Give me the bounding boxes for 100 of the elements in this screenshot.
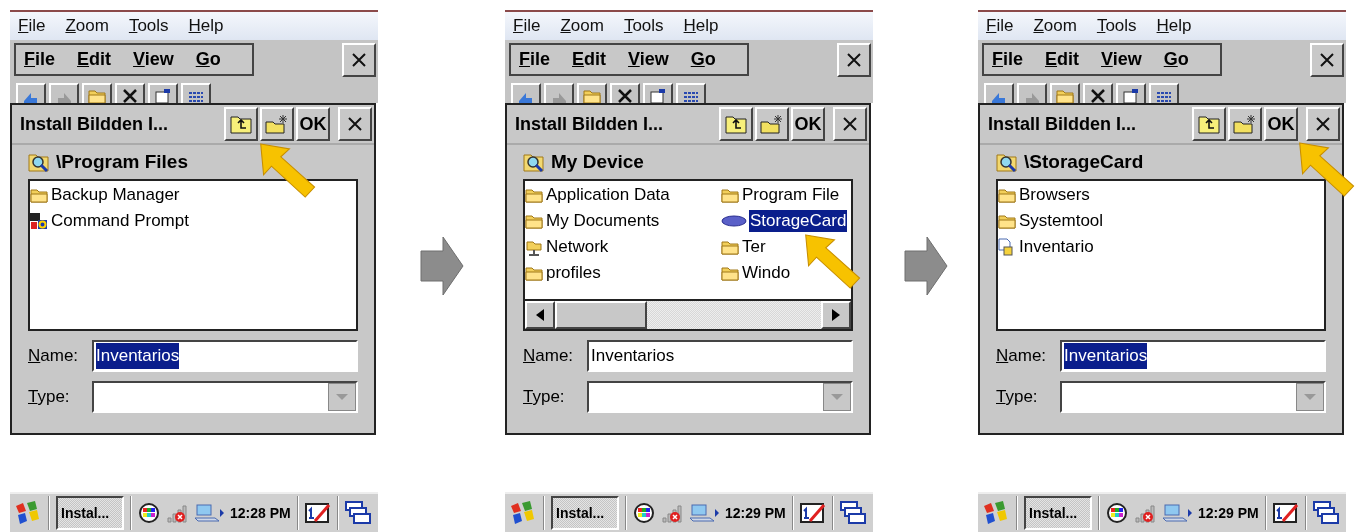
list-entry[interactable]: StorageCard: [749, 210, 848, 232]
windows-icon[interactable]: [344, 501, 371, 525]
up-folder-button[interactable]: [224, 107, 258, 141]
properties-icon[interactable]: [154, 87, 172, 103]
horizontal-scrollbar[interactable]: [525, 299, 851, 329]
new-folder-button[interactable]: [1228, 107, 1262, 141]
folder-icon[interactable]: [583, 87, 601, 103]
color-wheel-icon[interactable]: [633, 502, 655, 524]
ok-button[interactable]: OK: [296, 107, 330, 141]
windows-icon[interactable]: [839, 501, 866, 525]
menu-item[interactable]: Edit: [572, 46, 607, 73]
list-entry[interactable]: Systemtool: [1018, 210, 1105, 232]
close-icon: [842, 116, 858, 132]
close-button[interactable]: [342, 42, 376, 77]
signal-off-icon[interactable]: [166, 502, 188, 524]
start-icon[interactable]: [14, 500, 42, 526]
folder-icon: [998, 212, 1016, 230]
menu-item[interactable]: View: [1101, 46, 1142, 73]
list-entry[interactable]: Windo: [741, 262, 792, 284]
ok-button[interactable]: OK: [1264, 107, 1298, 141]
up-folder-button[interactable]: [719, 107, 753, 141]
type-dropdown[interactable]: [1060, 381, 1326, 413]
close-button[interactable]: [1310, 42, 1344, 77]
name-field[interactable]: Inventarios: [587, 340, 853, 372]
menu-item[interactable]: File: [513, 13, 541, 39]
close-button[interactable]: [1306, 107, 1340, 141]
ok-button[interactable]: OK: [791, 107, 825, 141]
start-icon[interactable]: [982, 500, 1010, 526]
close-icon: [347, 116, 363, 132]
menu-item[interactable]: View: [133, 46, 174, 73]
scroll-left-icon[interactable]: [535, 308, 545, 322]
menu-item[interactable]: Tools: [623, 13, 664, 39]
network-icon[interactable]: [194, 502, 224, 524]
list-entry[interactable]: Ter: [741, 236, 767, 258]
list-entry[interactable]: Command Prompt: [50, 210, 190, 232]
new-folder-button[interactable]: [260, 107, 294, 141]
menu-item[interactable]: Go: [690, 46, 716, 73]
list-entry[interactable]: Backup Manager: [50, 184, 181, 206]
menu-item[interactable]: Zoom: [65, 13, 109, 39]
menu-item[interactable]: Zoom: [560, 13, 604, 39]
menu-item[interactable]: Zoom: [1033, 13, 1077, 39]
menu-item[interactable]: Edit: [77, 46, 112, 73]
close-button[interactable]: [338, 107, 372, 141]
folder-icon[interactable]: [1056, 87, 1074, 103]
new-folder-button[interactable]: [755, 107, 789, 141]
menu-item[interactable]: File: [18, 13, 46, 39]
list-entry[interactable]: Program File: [741, 184, 841, 206]
taskbar-button[interactable]: Instal...: [1024, 496, 1092, 530]
menu-item[interactable]: Tools: [128, 13, 169, 39]
folder-icon[interactable]: [88, 87, 106, 103]
folder-icon: [525, 212, 543, 230]
signal-off-icon[interactable]: [661, 502, 683, 524]
scroll-right-icon[interactable]: [831, 308, 841, 322]
close-icon: [351, 51, 367, 68]
close-button[interactable]: [833, 107, 867, 141]
menu-item[interactable]: Help: [188, 13, 224, 39]
list-entry[interactable]: Network: [545, 236, 610, 258]
network-icon[interactable]: [689, 502, 719, 524]
input-panel-icon[interactable]: [304, 501, 331, 525]
storage-card-icon: [721, 214, 747, 228]
input-panel-icon[interactable]: [1272, 501, 1299, 525]
taskbar-button[interactable]: Instal...: [551, 496, 619, 530]
type-dropdown[interactable]: [92, 381, 358, 413]
menu-item[interactable]: Edit: [1045, 46, 1080, 73]
dialog-title: Install Bildden I...: [515, 112, 665, 136]
delete-icon[interactable]: [616, 87, 634, 103]
menu-item[interactable]: File: [992, 46, 1023, 73]
folder-path: My Device: [551, 149, 644, 174]
start-icon[interactable]: [509, 500, 537, 526]
list-entry[interactable]: Inventario: [1018, 236, 1095, 258]
color-wheel-icon[interactable]: [1106, 502, 1128, 524]
color-wheel-icon[interactable]: [138, 502, 160, 524]
windows-icon[interactable]: [1312, 501, 1339, 525]
name-field[interactable]: Inventarios: [92, 340, 358, 372]
menu-item[interactable]: Tools: [1096, 13, 1137, 39]
list-entry[interactable]: profiles: [545, 262, 602, 284]
properties-icon[interactable]: [1122, 87, 1140, 103]
menu-item[interactable]: Go: [1163, 46, 1189, 73]
menu-item[interactable]: File: [519, 46, 550, 73]
menu-item[interactable]: File: [986, 13, 1014, 39]
menu-item[interactable]: View: [628, 46, 669, 73]
type-dropdown[interactable]: [587, 381, 853, 413]
field-label: Name:: [523, 345, 575, 368]
menu-item[interactable]: Go: [195, 46, 221, 73]
input-panel-icon[interactable]: [799, 501, 826, 525]
delete-icon[interactable]: [1089, 87, 1107, 103]
list-entry[interactable]: Browsers: [1018, 184, 1091, 206]
delete-icon[interactable]: [121, 87, 139, 103]
up-folder-button[interactable]: [1192, 107, 1226, 141]
list-entry[interactable]: My Documents: [545, 210, 661, 232]
properties-icon[interactable]: [649, 87, 667, 103]
menu-item[interactable]: Help: [1156, 13, 1192, 39]
menu-item[interactable]: File: [24, 46, 55, 73]
menu-item[interactable]: Help: [683, 13, 719, 39]
close-button[interactable]: [837, 42, 871, 77]
list-entry[interactable]: Application Data: [545, 184, 671, 206]
network-icon[interactable]: [1162, 502, 1192, 524]
taskbar-button[interactable]: Instal...: [56, 496, 124, 530]
name-field[interactable]: Inventarios: [1060, 340, 1326, 372]
signal-off-icon[interactable]: [1134, 502, 1156, 524]
